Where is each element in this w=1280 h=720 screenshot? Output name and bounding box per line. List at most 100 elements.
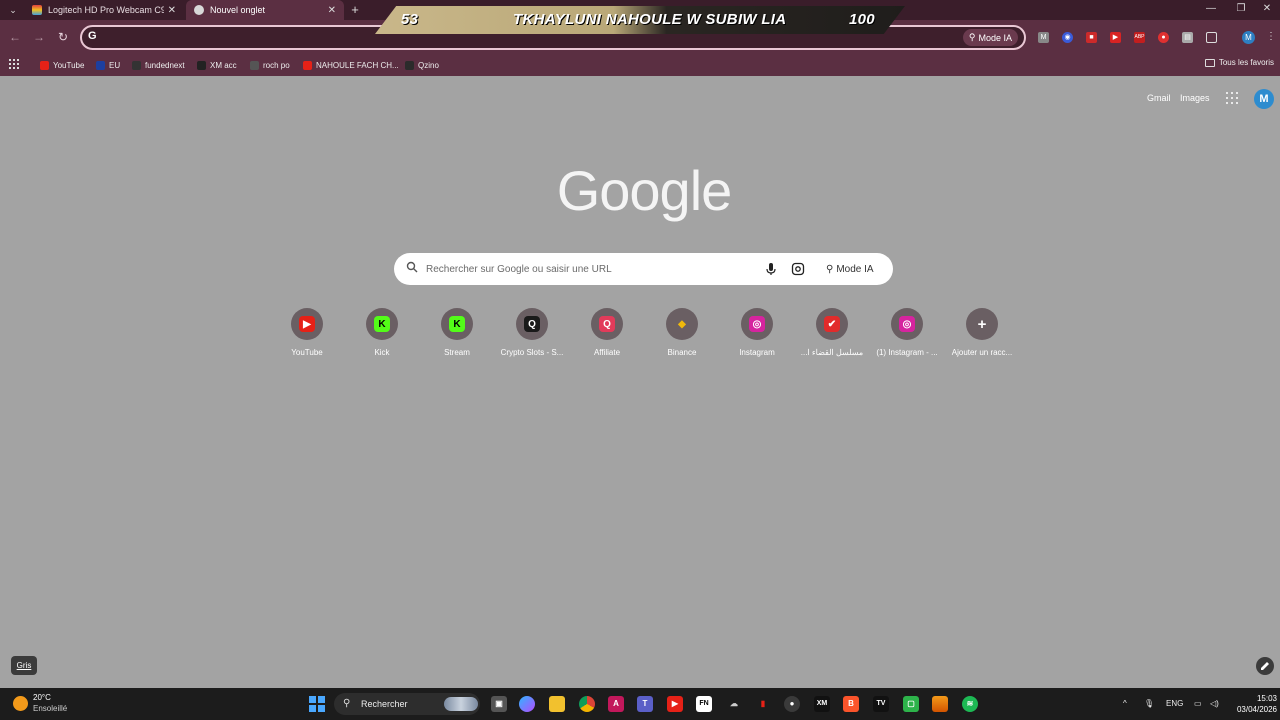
search-box[interactable]: ⚲ Mode IA: [394, 253, 893, 285]
shortcut-tile[interactable]: Q Crypto Slots - S...: [495, 308, 569, 357]
minimize-icon[interactable]: —: [1196, 0, 1226, 20]
shortcuts-grid: ▶ YouTube K Kick K Stream Q Crypto Slots - S...…: [270, 308, 1020, 368]
tab-label: Nouvel onglet: [210, 5, 266, 15]
sun-icon[interactable]: [13, 696, 28, 711]
shortcut-tile[interactable]: ◎ Instagram: [720, 308, 794, 357]
back-arrow-icon[interactable]: ←: [7, 29, 23, 45]
bookmark-item[interactable]: Qzino: [405, 58, 439, 72]
extension-icon[interactable]: ◉: [1062, 32, 1073, 43]
obs-icon[interactable]: ●: [784, 696, 800, 712]
teams-icon[interactable]: T: [637, 696, 653, 712]
shortcut-label: Instagram: [739, 348, 775, 357]
search-input[interactable]: [426, 261, 756, 277]
clock-time[interactable]: 15:03: [1251, 694, 1277, 703]
shortcut-circle: ◎: [891, 308, 923, 340]
ai-mode-button[interactable]: ⚲ Mode IA: [820, 259, 880, 279]
shortcut-tile[interactable]: + Ajouter un racc...: [945, 308, 1019, 357]
shortcut-circle: K: [366, 308, 398, 340]
shortcut-tile[interactable]: ◆ Binance: [645, 308, 719, 357]
profile-avatar[interactable]: M: [1242, 31, 1255, 44]
customize-pencil-icon[interactable]: [1256, 657, 1274, 675]
network-icon[interactable]: ▭: [1194, 699, 1202, 708]
all-bookmarks-button[interactable]: Tous les favoris: [1204, 58, 1274, 67]
extensions-puzzle-icon[interactable]: [1206, 32, 1217, 43]
tray-chevron-icon[interactable]: ^: [1123, 699, 1127, 708]
kick-icon: K: [449, 316, 465, 332]
stream-banner: 53 TKHAYLUNI NAHOULE W SUBIW LIA 100: [375, 6, 905, 34]
youtube-icon[interactable]: ▶: [667, 696, 683, 712]
bookmarks-bar: YouTube EU fundednext XM acc roch po NAHOULE …: [0, 54, 1280, 76]
windows-start-icon[interactable]: [309, 696, 325, 712]
spotify-icon[interactable]: ≋: [962, 696, 978, 712]
account-avatar[interactable]: M: [1254, 89, 1274, 109]
google-apps-icon[interactable]: [1226, 92, 1238, 104]
shortcut-tile[interactable]: K Stream: [420, 308, 494, 357]
gmail-link[interactable]: Gmail: [1147, 93, 1171, 103]
webcam-favicon-icon: [32, 5, 42, 15]
xm-icon[interactable]: XM: [814, 696, 830, 712]
shortcut-tile[interactable]: Q Affiliate: [570, 308, 644, 357]
copilot-icon[interactable]: [519, 696, 535, 712]
tradingview-icon[interactable]: TV: [873, 696, 889, 712]
extension-icon[interactable]: M: [1038, 32, 1049, 43]
taskbar: 20°C Ensoleillé ⚲ Rechercher ▣ A T ▶ FN …: [0, 688, 1280, 720]
task-view-icon[interactable]: ▣: [491, 696, 507, 712]
shortcut-tile[interactable]: K Kick: [345, 308, 419, 357]
shortcut-label: (1) Instagram - ...: [876, 348, 938, 357]
window-close-icon[interactable]: ✕: [1252, 0, 1280, 20]
fundednext-icon[interactable]: FN: [696, 696, 712, 712]
app-icon[interactable]: ▮: [755, 696, 771, 712]
instagram-icon: ◎: [899, 316, 915, 332]
tab-new-tab[interactable]: Nouvel onglet ✕: [186, 0, 344, 20]
shortcut-circle: Q: [516, 308, 548, 340]
bookmark-label: EU: [109, 60, 121, 70]
file-explorer-icon[interactable]: [549, 696, 565, 712]
qzino-icon: Q: [524, 316, 540, 332]
extension-icon[interactable]: ■: [1086, 32, 1097, 43]
extension-icon[interactable]: ▤: [1182, 32, 1193, 43]
bookmark-item[interactable]: roch po: [250, 58, 290, 72]
microphone-icon[interactable]: 🎙: [1144, 699, 1154, 708]
shortcut-tile[interactable]: ▶ YouTube: [270, 308, 344, 357]
menu-kebab-icon[interactable]: ⋮: [1266, 30, 1276, 44]
new-tab-plus-icon[interactable]: +: [348, 2, 362, 18]
bookmark-item[interactable]: fundednext: [132, 58, 185, 72]
extension-icon[interactable]: ●: [1158, 32, 1169, 43]
affiliate-icon: Q: [599, 316, 615, 332]
app-icon[interactable]: [932, 696, 948, 712]
ai-mode-label: Mode IA: [978, 32, 1012, 43]
bookmark-item[interactable]: XM acc: [197, 58, 237, 72]
weather-description: Ensoleillé: [33, 704, 68, 713]
apps-grid-icon[interactable]: [9, 59, 19, 69]
app-icon[interactable]: A: [608, 696, 624, 712]
clock-date[interactable]: 03/04/2026: [1230, 705, 1277, 714]
app-icon[interactable]: ▢: [903, 696, 919, 712]
language-indicator[interactable]: ENG: [1166, 699, 1183, 708]
tab-search-chevron-icon[interactable]: ⌄: [4, 2, 22, 18]
brave-icon[interactable]: B: [843, 696, 859, 712]
shortcut-tile[interactable]: ✔ ...مسلسل القضاء ا: [795, 308, 869, 357]
adblock-icon[interactable]: ABP: [1134, 32, 1145, 43]
extension-icon[interactable]: ▶: [1110, 32, 1121, 43]
microphone-icon[interactable]: [764, 262, 778, 276]
tab-webcam[interactable]: Logitech HD Pro Webcam C920 ✕: [24, 0, 184, 20]
reload-icon[interactable]: ↻: [55, 29, 71, 45]
chrome-favicon-icon: [194, 5, 204, 15]
images-link[interactable]: Images: [1180, 93, 1210, 103]
taskbar-search[interactable]: ⚲ Rechercher: [334, 693, 480, 715]
bookmark-item[interactable]: EU: [96, 58, 120, 72]
app-icon[interactable]: ☁: [726, 696, 742, 712]
ai-mode-button[interactable]: ⚲ Mode IA: [962, 29, 1018, 46]
bookmark-item[interactable]: NAHOULE FACH CH...: [303, 58, 399, 72]
shortcut-tile[interactable]: ◎ (1) Instagram - ...: [870, 308, 944, 357]
tab-close-icon[interactable]: ✕: [168, 5, 176, 16]
chrome-icon[interactable]: [579, 696, 595, 712]
tab-close-icon[interactable]: ✕: [328, 5, 336, 16]
bookmark-item[interactable]: YouTube: [40, 58, 84, 72]
forward-arrow-icon[interactable]: →: [31, 29, 47, 45]
tab-label: Logitech HD Pro Webcam C920: [48, 5, 164, 15]
google-lens-icon[interactable]: [791, 262, 805, 276]
shortcut-label: Kick: [374, 348, 390, 357]
theme-gris-button[interactable]: Gris: [11, 656, 37, 675]
volume-icon[interactable]: ◁): [1210, 699, 1219, 708]
